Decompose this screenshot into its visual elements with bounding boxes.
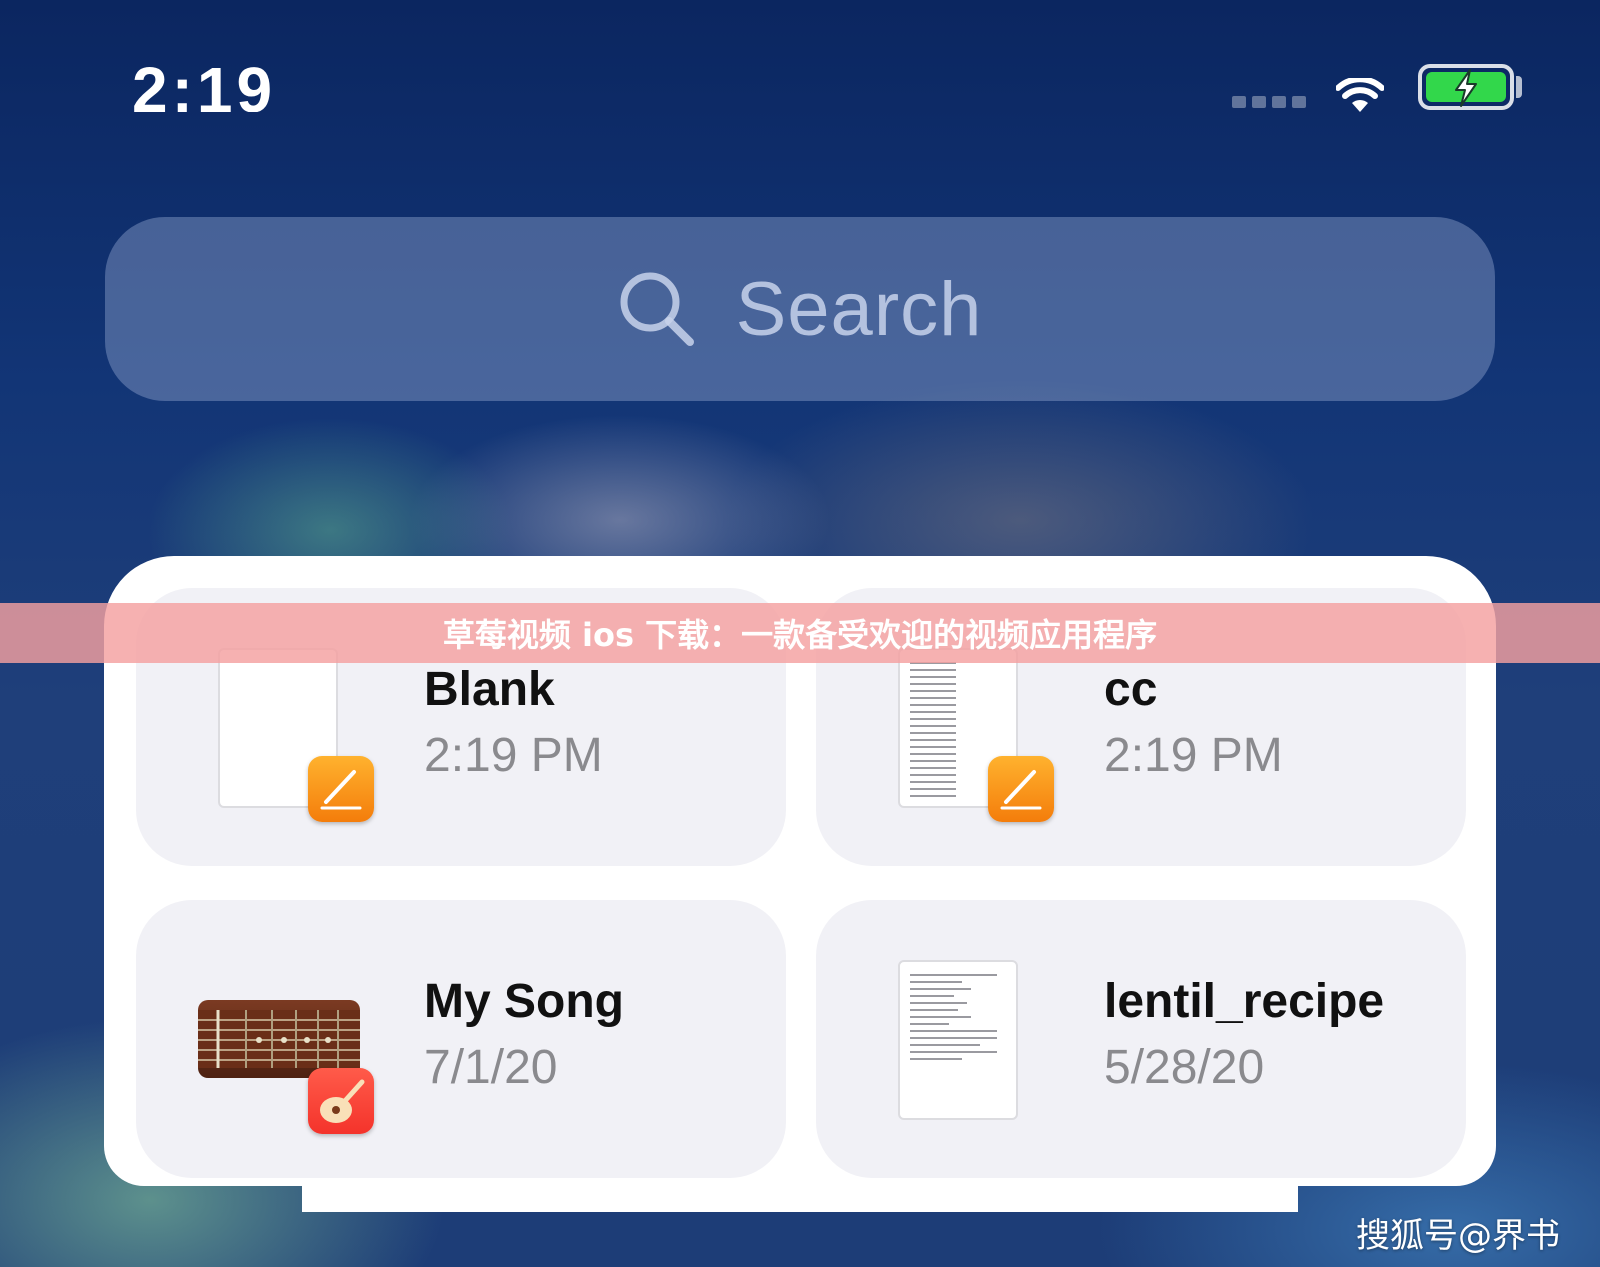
wifi-icon (1336, 78, 1384, 112)
guitar-thumbnail (198, 1000, 360, 1078)
file-date: 5/28/20 (1104, 1041, 1265, 1094)
status-time: 2:19 (132, 58, 277, 112)
battery-cap (1516, 76, 1522, 98)
banner-text: 草莓视频 ios 下载：一款备受欢迎的视频应用程序 (442, 616, 1158, 654)
file-name: Blank (424, 663, 555, 716)
file-date: 2:19 PM (1104, 729, 1283, 782)
overlay-banner: 草莓视频 ios 下载：一款备受欢迎的视频应用程序 (0, 603, 1600, 663)
file-date: 7/1/20 (424, 1041, 558, 1094)
cellular-signal-icon (1232, 96, 1306, 108)
search-placeholder: Search (735, 266, 983, 352)
search-icon (620, 272, 694, 346)
file-name: My Song (424, 975, 624, 1028)
file-tile-lentil-recipe[interactable]: lentil_recipe 5/28/20 (816, 900, 1466, 1178)
search-field[interactable]: Search (105, 217, 1495, 401)
home-screen: 2:19 Search Blank 2:19 PM cc 2:19 PM My … (0, 0, 1600, 1267)
file-name: cc (1104, 663, 1158, 716)
pages-icon (988, 756, 1054, 822)
document-thumbnail (898, 960, 1018, 1120)
watermark: 搜狐号@界书 (1356, 1216, 1560, 1256)
file-tile-my-song[interactable]: My Song 7/1/20 (136, 900, 786, 1178)
file-date: 2:19 PM (424, 729, 603, 782)
charging-bolt-icon (1455, 69, 1477, 107)
file-name: lentil_recipe (1104, 975, 1385, 1028)
pages-icon (308, 756, 374, 822)
garageband-icon (308, 1068, 374, 1134)
